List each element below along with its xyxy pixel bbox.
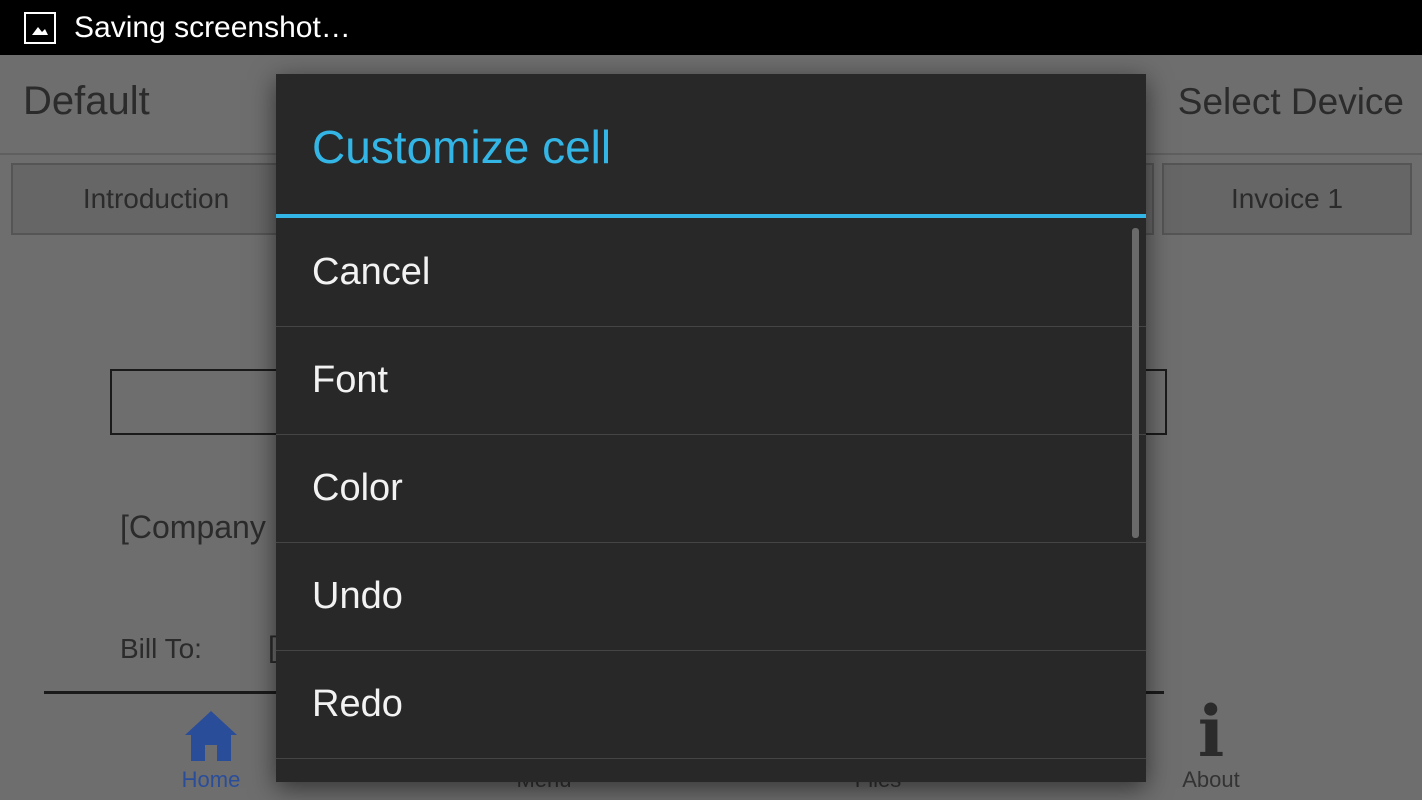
nav-about[interactable]: i About [1131, 695, 1291, 793]
tab-introduction[interactable]: Introduction [11, 163, 301, 235]
nav-about-label: About [1182, 767, 1240, 792]
dialog-option-list: Cancel Font Color Undo Redo [276, 219, 1146, 759]
dialog-scrollbar[interactable] [1132, 228, 1139, 538]
option-undo[interactable]: Undo [276, 543, 1146, 651]
app-title[interactable]: Default [23, 79, 150, 124]
status-text: Saving screenshot… [74, 10, 351, 44]
tab-invoice-1[interactable]: Invoice 1 [1162, 163, 1412, 235]
option-redo[interactable]: Redo [276, 651, 1146, 759]
status-bar: Saving screenshot… [0, 0, 1422, 55]
dialog-title-divider [276, 214, 1146, 218]
nav-home[interactable]: Home [131, 695, 291, 793]
image-icon [24, 11, 56, 44]
customize-cell-dialog: Customize cell Cancel Font Color Undo Re… [276, 74, 1146, 782]
option-color[interactable]: Color [276, 435, 1146, 543]
option-cancel[interactable]: Cancel [276, 219, 1146, 327]
info-icon: i [1197, 690, 1225, 773]
bill-to-label: Bill To: [120, 633, 202, 664]
option-font[interactable]: Font [276, 327, 1146, 435]
home-icon [131, 695, 291, 763]
dialog-title: Customize cell [312, 121, 612, 173]
nav-home-label: Home [181, 767, 241, 792]
select-device-button[interactable]: Select Device [1178, 81, 1404, 123]
company-placeholder[interactable]: [Company [120, 509, 266, 546]
